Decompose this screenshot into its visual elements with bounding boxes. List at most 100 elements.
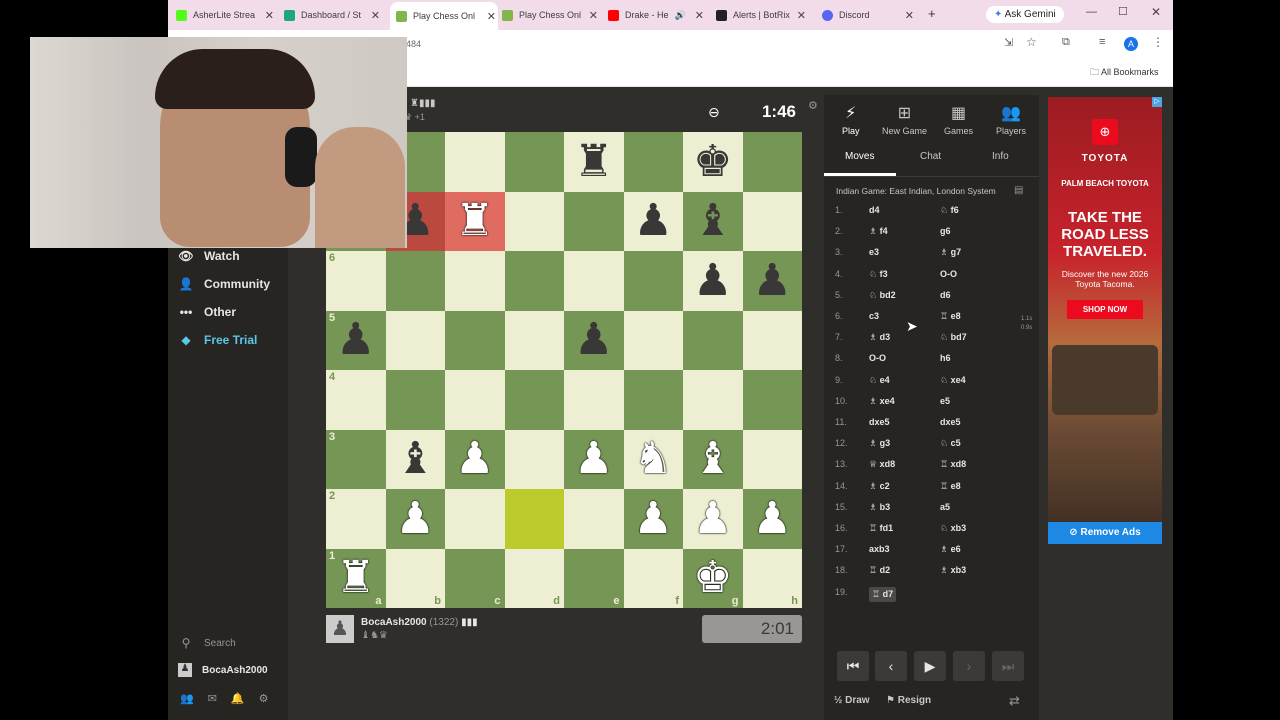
sidebar-item-free-trial[interactable]: ◆ Free Trial <box>178 329 257 351</box>
square-c6[interactable] <box>445 251 505 311</box>
white-move[interactable]: c3 <box>869 311 879 321</box>
white-move[interactable]: ♘ f3 <box>869 269 888 280</box>
white-move[interactable]: ♗ d3 <box>869 332 890 343</box>
close-icon[interactable]: ✕ <box>695 9 704 22</box>
tab-moves[interactable]: Moves <box>845 151 874 162</box>
white-rook-icon[interactable]: ♜ <box>455 199 494 243</box>
friends-icon[interactable]: 👥 <box>180 693 208 705</box>
white-move[interactable]: ♗ b3 <box>869 502 890 513</box>
new-game-button[interactable]: ⊞ New Game <box>882 103 927 136</box>
close-icon[interactable]: ✕ <box>905 9 914 22</box>
square-a4[interactable]: 4 <box>326 370 386 430</box>
close-icon[interactable]: ✕ <box>589 9 598 22</box>
player-avatar[interactable]: ♟ <box>326 615 354 643</box>
black-move[interactable]: dxe5 <box>940 417 961 427</box>
tab-chat[interactable]: Chat <box>920 151 941 162</box>
white-king-icon[interactable]: ♚ <box>693 556 732 600</box>
square-d6[interactable] <box>504 251 564 311</box>
players-button[interactable]: 👥 Players <box>996 103 1026 136</box>
sidebar-search[interactable]: ⚲ Search <box>178 632 236 654</box>
square-d8[interactable] <box>504 132 564 192</box>
black-move[interactable]: ♗ e6 <box>940 544 961 555</box>
square-c3[interactable]: ♟ <box>445 429 505 489</box>
square-e6[interactable] <box>564 251 624 311</box>
white-move[interactable]: ♖ d7 <box>869 586 897 602</box>
resign-button[interactable]: ⚑ Resign <box>886 695 931 706</box>
square-c5[interactable] <box>445 310 505 370</box>
white-pawn-icon[interactable]: ♟ <box>574 437 613 481</box>
square-d4[interactable] <box>504 370 564 430</box>
new-tab-button[interactable]: + <box>928 6 936 21</box>
square-h7[interactable] <box>742 191 802 251</box>
close-icon[interactable]: ✕ <box>797 9 806 22</box>
play-moves-button[interactable]: ▶ <box>914 651 946 681</box>
square-g5[interactable] <box>683 310 743 370</box>
black-move[interactable]: ♘ bd7 <box>940 332 967 343</box>
tab-search-icon[interactable]: ⧉ <box>1062 36 1070 49</box>
black-move[interactable]: e5 <box>940 396 950 406</box>
black-pawn-icon[interactable]: ♟ <box>753 258 792 303</box>
square-h6[interactable]: ♟ <box>742 251 802 311</box>
black-move[interactable]: h6 <box>940 353 951 363</box>
square-d2[interactable] <box>504 489 564 549</box>
games-button[interactable]: ▦ Games <box>944 103 973 136</box>
white-move[interactable]: e3 <box>869 247 879 257</box>
black-pawn-icon[interactable]: ♟ <box>634 199 673 243</box>
tab-discord[interactable]: Discord ✕ <box>822 4 916 26</box>
white-bishop-icon[interactable]: ♝ <box>693 437 732 481</box>
tab-asherlite[interactable]: AsherLite Strea ✕ <box>176 4 276 26</box>
square-d7[interactable] <box>504 191 564 251</box>
mail-icon[interactable]: ✉ <box>208 693 231 705</box>
white-move[interactable]: ♕ xd8 <box>869 459 895 470</box>
white-pawn-icon[interactable]: ♟ <box>693 496 732 541</box>
square-e4[interactable] <box>564 370 624 430</box>
bell-icon[interactable]: 🔔 <box>231 693 259 705</box>
black-move[interactable]: ♖ e8 <box>940 311 961 322</box>
white-pawn-icon[interactable]: ♟ <box>753 496 792 541</box>
square-d1[interactable]: d <box>504 548 564 608</box>
player-name[interactable]: BocaAsh2000 <box>361 617 427 628</box>
square-g8[interactable]: ♚ <box>683 132 743 192</box>
square-g1[interactable]: g ♚ <box>683 548 743 608</box>
next-move-button[interactable]: › <box>953 651 985 681</box>
close-icon[interactable]: ✕ <box>265 9 274 22</box>
black-move[interactable]: ♗ xb3 <box>940 565 966 576</box>
tab-dashboard[interactable]: Dashboard / St ✕ <box>284 4 382 26</box>
square-g6[interactable]: ♟ <box>683 251 743 311</box>
square-c2[interactable] <box>445 489 505 549</box>
square-f4[interactable] <box>623 370 683 430</box>
white-move[interactable]: d4 <box>869 205 880 215</box>
square-c7[interactable]: ♜ <box>445 191 505 251</box>
white-move[interactable]: ♗ g3 <box>869 438 890 449</box>
white-move[interactable]: ♖ d2 <box>869 565 890 576</box>
white-move[interactable]: ♗ xe4 <box>869 396 895 407</box>
square-b3[interactable]: ♝ <box>385 429 445 489</box>
first-move-button[interactable]: ⏮ <box>837 651 869 681</box>
opening-name[interactable]: Indian Game: East Indian, London System <box>836 186 996 196</box>
square-f2[interactable]: ♟ <box>623 489 683 549</box>
square-a5[interactable]: 5 ♟ <box>326 310 386 370</box>
ask-gemini-button[interactable]: ✦ Ask Gemini <box>986 6 1064 23</box>
white-move[interactable]: axb3 <box>869 544 890 554</box>
square-g3[interactable]: ♝ <box>683 429 743 489</box>
last-move-button[interactable]: ⏭ <box>992 651 1024 681</box>
square-e2[interactable] <box>564 489 624 549</box>
square-e5[interactable]: ♟ <box>564 310 624 370</box>
square-g2[interactable]: ♟ <box>683 489 743 549</box>
play-button[interactable]: ⚡ Play <box>842 103 860 136</box>
square-f8[interactable] <box>623 132 683 192</box>
speaker-icon[interactable]: 🔊 <box>675 10 686 21</box>
tab-botrix[interactable]: Alerts | BotRix ✕ <box>716 4 808 26</box>
black-move[interactable]: ♘ f6 <box>940 205 959 216</box>
close-window-button[interactable]: ✕ <box>1151 5 1161 19</box>
black-pawn-icon[interactable]: ♟ <box>336 318 375 362</box>
black-move[interactable]: ♗ g7 <box>940 247 961 258</box>
square-c8[interactable] <box>445 132 505 192</box>
square-h1[interactable]: h <box>742 548 802 608</box>
white-move[interactable]: ♗ c2 <box>869 481 890 492</box>
prev-move-button[interactable]: ‹ <box>875 651 907 681</box>
black-bishop-icon[interactable]: ♝ <box>693 199 732 243</box>
square-h5[interactable] <box>742 310 802 370</box>
ad-shop-now-button[interactable]: SHOP NOW <box>1067 300 1143 319</box>
white-move[interactable]: ♘ e4 <box>869 375 890 386</box>
